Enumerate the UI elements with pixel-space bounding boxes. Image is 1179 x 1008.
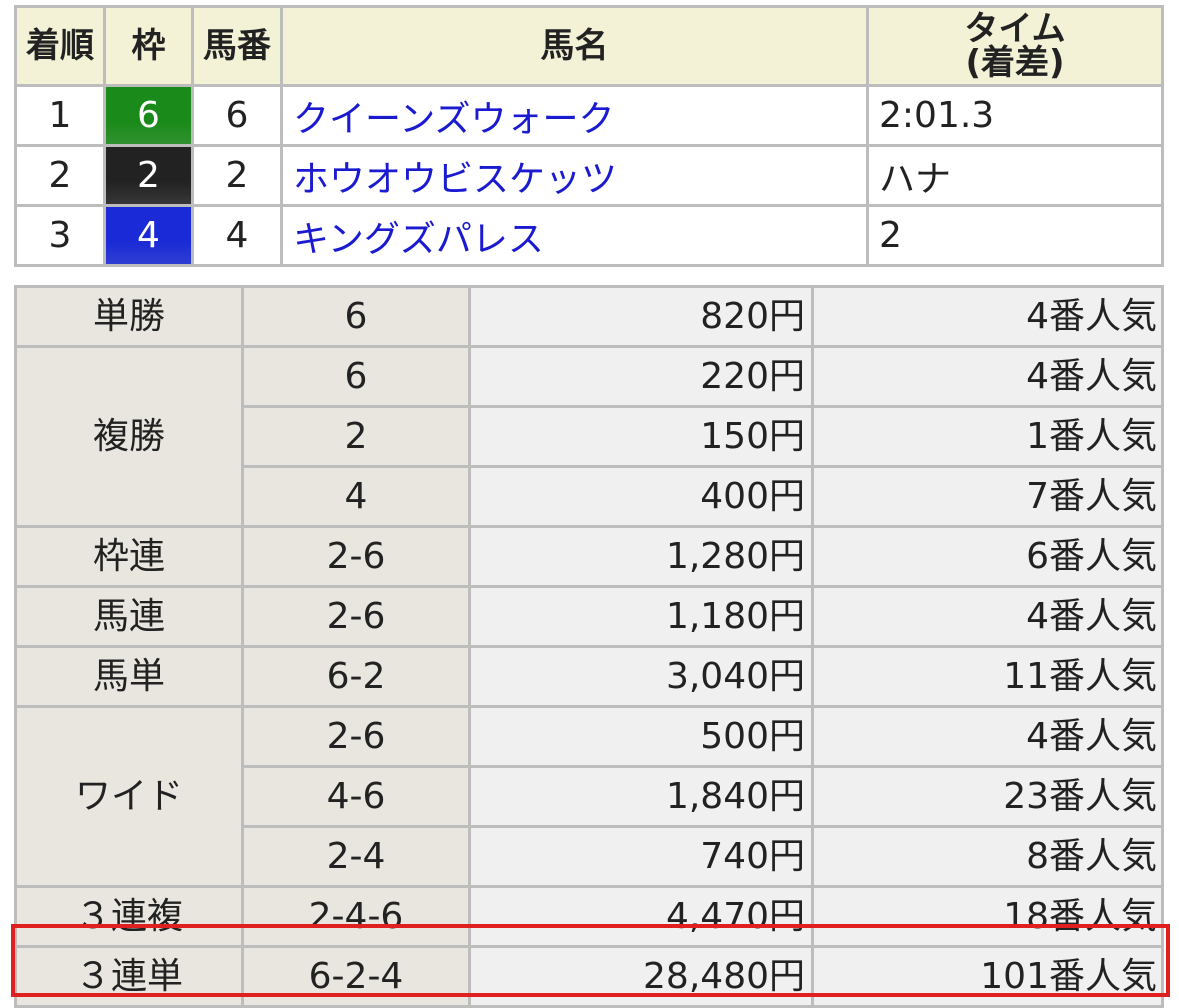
payout-row: ３連複 2-4-6 4,470円 18番人気: [17, 888, 1161, 945]
payout-combination: 2-4: [244, 828, 468, 885]
payout-kind: 枠連: [17, 528, 241, 585]
results-header-row: 着順 枠 馬番 馬名 タイム (着差): [17, 8, 1161, 84]
payout-popularity: 23番人気: [814, 768, 1161, 825]
payout-amount: 150円: [471, 408, 811, 465]
payout-amount: 4,470円: [471, 888, 811, 945]
payout-combination: 4-6: [244, 768, 468, 825]
payout-popularity: 7番人気: [814, 468, 1161, 525]
header-horse-name: 馬名: [283, 8, 866, 84]
result-waku-badge: 6: [106, 87, 191, 144]
result-rank: 3: [17, 207, 103, 264]
payout-row: 馬連 2-6 1,180円 4番人気: [17, 588, 1161, 645]
payout-row: 枠連 2-6 1,280円 6番人気: [17, 528, 1161, 585]
payout-amount: 1,280円: [471, 528, 811, 585]
payout-amount: 500円: [471, 708, 811, 765]
payout-row: ３連単 6-2-4 28,480円 101番人気: [17, 948, 1161, 1005]
payout-kind: 単勝: [17, 288, 241, 345]
payout-popularity: 4番人気: [814, 588, 1161, 645]
payout-kind: 複勝: [17, 348, 241, 525]
result-time: 2:01.3: [869, 87, 1161, 144]
payout-popularity: 1番人気: [814, 408, 1161, 465]
payout-amount: 1,840円: [471, 768, 811, 825]
payout-amount: 3,040円: [471, 648, 811, 705]
result-horse-link[interactable]: キングズパレス: [283, 207, 866, 264]
result-horse-link[interactable]: クイーンズウォーク: [283, 87, 866, 144]
payout-row: 単勝 6 820円 4番人気: [17, 288, 1161, 345]
payout-kind: ３連複: [17, 888, 241, 945]
payout-popularity: 18番人気: [814, 888, 1161, 945]
result-time: 2: [869, 207, 1161, 264]
payout-row: 複勝 6 220円 4番人気: [17, 348, 1161, 525]
payout-popularity: 8番人気: [814, 828, 1161, 885]
payout-row: 馬単 6-2 3,040円 11番人気: [17, 648, 1161, 705]
payout-popularity: 4番人気: [814, 288, 1161, 345]
result-rank: 1: [17, 87, 103, 144]
result-row: 3 4 4 キングズパレス 2: [17, 207, 1161, 264]
result-waku-badge: 2: [106, 147, 191, 204]
result-umaban: 6: [194, 87, 280, 144]
payout-row: ワイド 2-6 500円 4番人気: [17, 708, 1161, 885]
payout-popularity: 101番人気: [814, 948, 1161, 1005]
result-umaban: 2: [194, 147, 280, 204]
payout-amount: 28,480円: [471, 948, 811, 1005]
payout-popularity: 11番人気: [814, 648, 1161, 705]
payout-amount: 1,180円: [471, 588, 811, 645]
result-waku-badge: 4: [106, 207, 191, 264]
payout-amount: 400円: [471, 468, 811, 525]
payout-combination: 2-6: [244, 588, 468, 645]
result-rank: 2: [17, 147, 103, 204]
payout-combination: 6: [244, 348, 468, 405]
payout-popularity: 4番人気: [814, 708, 1161, 765]
header-time-line2: (着差): [965, 43, 1065, 83]
payout-kind: 馬単: [17, 648, 241, 705]
header-time: タイム (着差): [869, 8, 1161, 84]
payout-combination: 6: [244, 288, 468, 345]
result-time: ハナ: [869, 147, 1161, 204]
payout-amount: 820円: [471, 288, 811, 345]
header-waku: 枠: [106, 8, 191, 84]
payout-combination: 2-4-6: [244, 888, 468, 945]
payout-popularity: 6番人気: [814, 528, 1161, 585]
payout-popularity: 4番人気: [814, 348, 1161, 405]
payout-combination: 4: [244, 468, 468, 525]
payout-combination: 6-2: [244, 648, 468, 705]
header-time-line1: タイム: [964, 9, 1066, 49]
payout-combination: 2-6: [244, 528, 468, 585]
payout-kind: ワイド: [17, 708, 241, 885]
payout-amount: 220円: [471, 348, 811, 405]
payout-amount: 740円: [471, 828, 811, 885]
result-horse-link[interactable]: ホウオウビスケッツ: [283, 147, 866, 204]
result-umaban: 4: [194, 207, 280, 264]
payout-kind: 馬連: [17, 588, 241, 645]
payout-combination: 2: [244, 408, 468, 465]
payout-table: 単勝 6 820円 4番人気 複勝 6 220円 4番人気 2 150円 1番人気 4 400円 7番人気…: [14, 285, 1164, 1008]
payout-combination: 2-6: [244, 708, 468, 765]
race-results-table: 着順 枠 馬番 馬名 タイム (着差) 1 6 6 クイーンズウォーク 2:01…: [14, 5, 1164, 267]
result-row: 2 2 2 ホウオウビスケッツ ハナ: [17, 147, 1161, 204]
header-umaban: 馬番: [194, 8, 280, 84]
payout-kind: ３連単: [17, 948, 241, 1005]
payout-combination: 6-2-4: [244, 948, 468, 1005]
header-rank: 着順: [17, 8, 103, 84]
result-row: 1 6 6 クイーンズウォーク 2:01.3: [17, 87, 1161, 144]
